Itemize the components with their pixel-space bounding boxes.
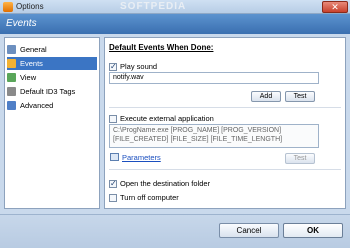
sidebar-item-view[interactable]: View <box>7 71 97 84</box>
sidebar-item-default-id3-tags[interactable]: Default ID3 Tags <box>7 85 97 98</box>
view-icon <box>7 73 16 82</box>
play-sound-option[interactable]: Play sound <box>109 62 157 71</box>
cancel-button[interactable]: Cancel <box>219 223 279 238</box>
open-folder-option[interactable]: Open the destination folder <box>109 179 210 188</box>
sidebar-item-events[interactable]: Events <box>7 57 97 70</box>
play-sound-checkbox[interactable] <box>109 62 117 71</box>
ok-button[interactable]: OK <box>283 223 343 238</box>
open-folder-checkbox[interactable] <box>109 179 117 188</box>
tag-icon <box>7 87 16 96</box>
open-folder-label: Open the destination folder <box>120 179 211 188</box>
watermark: SOFTPEDIA <box>120 1 187 12</box>
sidebar-item-label: Events <box>20 59 43 68</box>
events-icon <box>7 59 16 68</box>
sidebar: General Events View Default ID3 Tags Adv… <box>4 37 100 209</box>
page-header: Events <box>0 14 350 34</box>
events-panel: Default Events When Done: Play sound not… <box>104 37 346 209</box>
window-title: Options <box>16 2 44 11</box>
general-icon <box>7 45 16 54</box>
add-button[interactable]: Add <box>251 91 281 102</box>
test-execute-button[interactable]: Test <box>285 153 315 164</box>
execute-label: Execute external application <box>120 114 214 123</box>
advanced-icon <box>7 101 16 110</box>
divider <box>109 169 341 170</box>
sidebar-item-label: View <box>20 73 37 82</box>
parameters-link[interactable]: Parameters <box>122 153 161 162</box>
title-bar: Options SOFTPEDIA ✕ <box>0 0 350 14</box>
turn-off-label: Turn off computer <box>120 193 179 202</box>
app-icon <box>3 2 13 12</box>
play-sound-label: Play sound <box>120 62 158 71</box>
sidebar-item-general[interactable]: General <box>7 43 97 56</box>
page-title: Events <box>6 18 37 29</box>
execute-option[interactable]: Execute external application <box>109 114 214 123</box>
sidebar-item-label: Default ID3 Tags <box>20 87 76 96</box>
section-title: Default Events When Done: <box>109 43 214 52</box>
turn-off-checkbox[interactable] <box>109 193 117 202</box>
execute-checkbox[interactable] <box>109 114 117 123</box>
sidebar-item-label: Advanced <box>20 101 54 110</box>
sound-file-field[interactable]: notify.wav <box>109 72 319 84</box>
command-field[interactable]: C:\ProgName.exe [PROG_NAME] [PROG_VERSIO… <box>109 124 319 148</box>
turn-off-option[interactable]: Turn off computer <box>109 193 179 202</box>
sidebar-item-label: General <box>20 45 47 54</box>
parameters-icon <box>110 153 119 161</box>
test-sound-button[interactable]: Test <box>285 91 315 102</box>
sidebar-item-advanced[interactable]: Advanced <box>7 99 97 112</box>
divider <box>109 107 341 108</box>
close-button[interactable]: ✕ <box>322 1 348 13</box>
